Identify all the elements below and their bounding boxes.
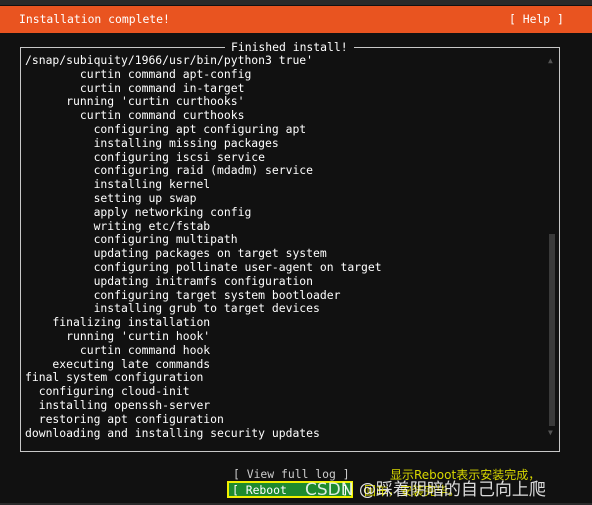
log-line: installing grub to target devices: [25, 301, 320, 316]
log-line: writing etc/fstab: [25, 218, 211, 233]
log-line: configuring pollinate user-agent on targ…: [25, 259, 382, 274]
page-title: Installation complete!: [19, 12, 170, 26]
log-line: updating initramfs configuration: [25, 273, 314, 288]
log-line: running 'curtin curthooks': [25, 94, 245, 109]
top-border: [0, 0, 592, 5]
log-line: curtin command hook: [25, 342, 211, 357]
install-log: /snap/subiquity/1966/usr/bin/python3 tru…: [25, 53, 382, 440]
log-line: downloading and installing security upda…: [25, 425, 320, 440]
log-line: curtin command apt-config: [25, 66, 252, 81]
log-line: running 'curtin hook': [25, 328, 211, 343]
log-line: restoring apt configuration: [25, 411, 224, 426]
header-bar: Installation complete! [ Help ]: [0, 6, 592, 33]
log-line: configuring raid (mdadm) service: [25, 163, 314, 178]
log-line: final system configuration: [25, 370, 204, 385]
log-line: installing kernel: [25, 177, 211, 192]
scroll-down-arrow-icon[interactable]: ▼: [548, 428, 553, 437]
watermark: CSDN @踩着阴暗的自己向上爬: [305, 480, 546, 500]
log-line: configuring target system bootloader: [25, 287, 341, 302]
panel-title: Finished install!: [225, 40, 354, 54]
log-line: configuring apt configuring apt: [25, 121, 307, 136]
log-line: updating packages on target system: [25, 246, 327, 261]
log-line: setting up swap: [25, 190, 197, 205]
help-button[interactable]: [ Help ]: [509, 12, 564, 26]
log-line: configuring cloud-init: [25, 384, 190, 399]
scroll-up-arrow-icon[interactable]: ▲: [548, 56, 553, 65]
log-line: executing late commands: [25, 356, 211, 371]
scrollbar-thumb[interactable]: [549, 234, 555, 426]
log-line: configuring multipath: [25, 232, 238, 247]
log-line: finalizing installation: [25, 315, 211, 330]
log-line: /snap/subiquity/1966/usr/bin/python3 tru…: [25, 53, 314, 67]
log-line: curtin command curthooks: [25, 108, 245, 123]
log-line: installing missing packages: [25, 135, 279, 150]
log-line: apply networking config: [25, 204, 252, 219]
log-line: configuring iscsi service: [25, 149, 266, 164]
log-line: curtin command in-target: [25, 80, 245, 95]
log-line: installing openssh-server: [25, 397, 211, 412]
